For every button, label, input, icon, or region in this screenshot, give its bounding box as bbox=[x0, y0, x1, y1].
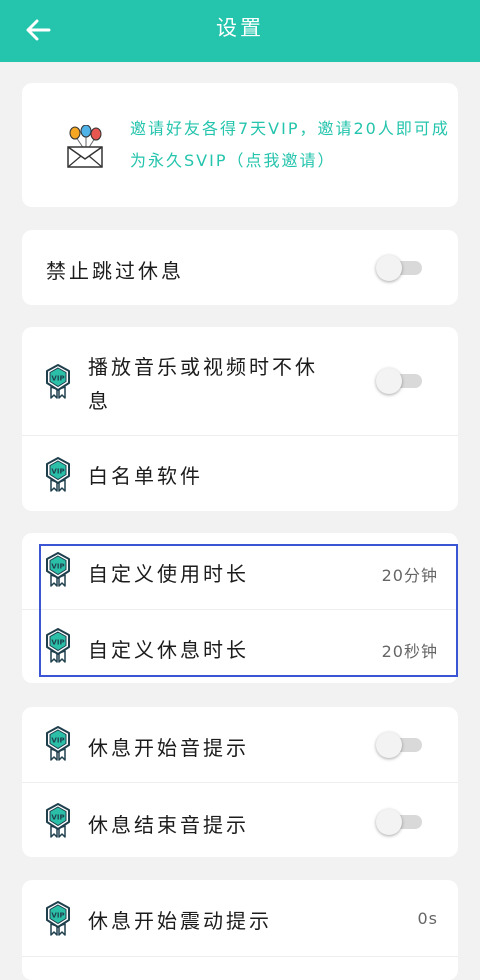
rest-end-sound-toggle[interactable] bbox=[376, 809, 422, 835]
forbid-skip-toggle[interactable] bbox=[376, 255, 422, 281]
rest-start-sound-toggle[interactable] bbox=[376, 732, 422, 758]
vip-badge-icon: VIP bbox=[46, 457, 70, 492]
toggle-knob bbox=[376, 732, 402, 758]
setting-label: 禁止跳过休息 bbox=[46, 259, 184, 283]
svg-text:VIP: VIP bbox=[51, 912, 64, 920]
toggle-knob bbox=[376, 255, 402, 281]
card-media-whitelist: VIP 播放音乐或视频时不休息 VIP 白名单软件 bbox=[22, 327, 458, 511]
setting-row-rest-end-sound[interactable]: VIP 休息结束音提示 bbox=[22, 783, 458, 857]
divider bbox=[22, 956, 458, 957]
card-vibration: VIP 休息开始震动提示 0s bbox=[22, 880, 458, 980]
toggle-knob bbox=[376, 809, 402, 835]
setting-row-rest-start-vibration[interactable]: VIP 休息开始震动提示 0s bbox=[22, 880, 458, 956]
svg-text:VIP: VIP bbox=[51, 737, 64, 745]
duration-value: 20分钟 bbox=[381, 566, 438, 585]
setting-label: 休息开始震动提示 bbox=[88, 909, 272, 933]
svg-text:VIP: VIP bbox=[51, 814, 64, 822]
setting-label: 播放音乐或视频时不休息 bbox=[88, 355, 318, 413]
vip-badge-icon: VIP bbox=[46, 901, 70, 936]
media-no-rest-toggle[interactable] bbox=[376, 368, 422, 394]
setting-row-media-no-rest[interactable]: VIP 播放音乐或视频时不休息 bbox=[22, 327, 458, 435]
vibration-value: 0s bbox=[417, 909, 438, 928]
setting-row-whitelist[interactable]: VIP 白名单软件 bbox=[22, 436, 458, 511]
svg-text:VIP: VIP bbox=[51, 375, 64, 383]
setting-row-forbid-skip[interactable]: 禁止跳过休息 bbox=[22, 230, 458, 305]
vip-badge-icon: VIP bbox=[46, 726, 70, 761]
envelope-balloons-icon bbox=[67, 125, 103, 168]
setting-row-custom-use-duration[interactable]: VIP 自定义使用时长 20分钟 bbox=[22, 533, 458, 609]
invite-text[interactable]: 邀请好友各得7天VIP，邀请20人即可成为永久SVIP（点我邀请） bbox=[130, 113, 450, 177]
vip-badge-icon: VIP bbox=[46, 803, 70, 838]
invite-card[interactable]: 邀请好友各得7天VIP，邀请20人即可成为永久SVIP（点我邀请） bbox=[22, 83, 458, 207]
duration-value: 20秒钟 bbox=[381, 642, 438, 661]
toggle-knob bbox=[376, 368, 402, 394]
setting-label: 白名单软件 bbox=[88, 464, 203, 488]
vip-badge-icon: VIP bbox=[46, 364, 70, 399]
card-custom-durations: VIP 自定义使用时长 20分钟 VIP 自定义休息时长 20秒钟 bbox=[22, 533, 458, 683]
card-forbid-skip: 禁止跳过休息 bbox=[22, 230, 458, 305]
setting-label: 自定义休息时长 bbox=[88, 638, 249, 662]
vip-badge-icon: VIP bbox=[46, 552, 70, 587]
page-title: 设置 bbox=[216, 16, 264, 40]
svg-text:VIP: VIP bbox=[51, 468, 64, 476]
setting-row-custom-rest-duration[interactable]: VIP 自定义休息时长 20秒钟 bbox=[22, 610, 458, 683]
card-sound-prompts: VIP 休息开始音提示 VIP 休息结束音提示 bbox=[22, 707, 458, 857]
setting-label: 自定义使用时长 bbox=[88, 562, 249, 586]
vip-badge-icon: VIP bbox=[46, 628, 70, 663]
setting-label: 休息结束音提示 bbox=[88, 813, 249, 837]
setting-label: 休息开始音提示 bbox=[88, 736, 249, 760]
app-bar: 设置 bbox=[0, 0, 480, 62]
svg-text:VIP: VIP bbox=[51, 563, 64, 571]
svg-text:VIP: VIP bbox=[51, 639, 64, 647]
setting-row-rest-start-sound[interactable]: VIP 休息开始音提示 bbox=[22, 707, 458, 782]
